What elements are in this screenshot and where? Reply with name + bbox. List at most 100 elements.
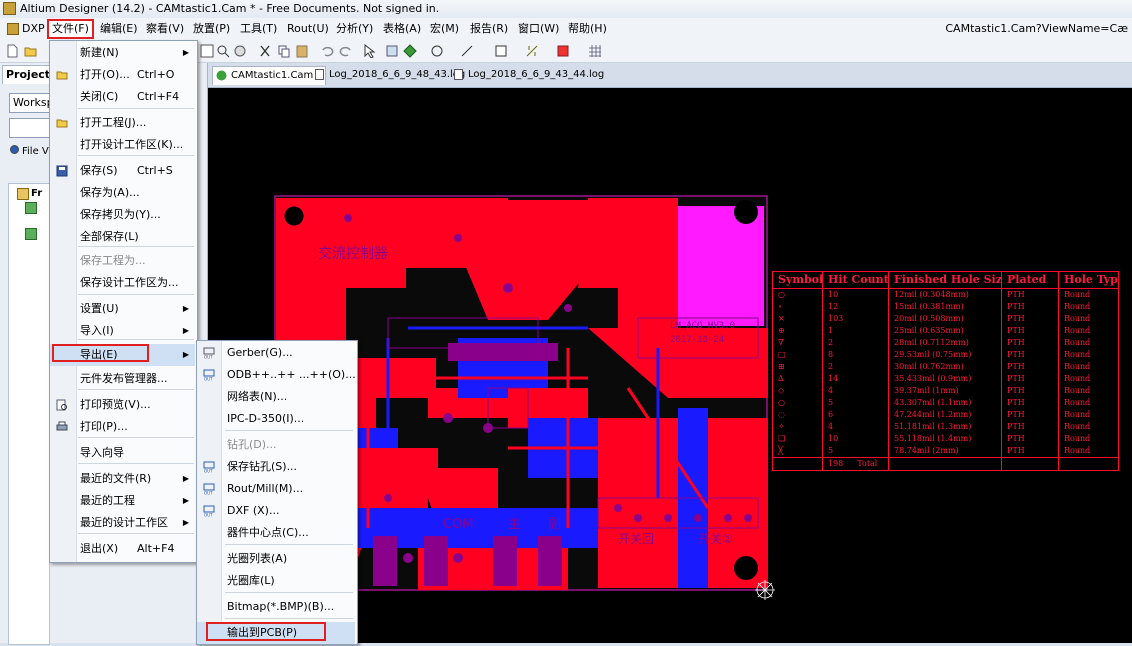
project-tree[interactable]: Fr [8, 183, 50, 645]
export-menu-item[interactable]: OUT ODB++..++ ...++(O)... [197, 364, 356, 386]
file-menu-item[interactable]: 保存(S) Ctrl+S [50, 160, 195, 182]
project-dropdown[interactable] [9, 118, 51, 138]
file-menu-item[interactable]: 新建(N) ▶ [50, 42, 195, 64]
export-menu-item[interactable]: 器件中心点(C)... [197, 522, 355, 544]
cell-symbol: ◌ [773, 409, 823, 421]
drill-out-icon: OUT [203, 461, 215, 473]
drill-table-row: ○ 10 12mil (0.3048mm) PTH Round [773, 289, 1118, 301]
view-name-field[interactable]: CAMtastic1.Cam?ViewName=Cæ [945, 22, 1128, 35]
line-icon[interactable] [460, 44, 474, 58]
cell-plated: PTH [1002, 361, 1059, 373]
menu-report[interactable]: 报告(R) [467, 21, 511, 37]
copy-icon[interactable] [277, 44, 291, 58]
file-menu-item-label: 打开工程(J)... [80, 116, 147, 129]
file-menu-item[interactable]: 全部保存(L) [50, 226, 195, 248]
cell-hit-count: 14 [823, 373, 889, 385]
header-hit-count: Hit Count [823, 272, 889, 288]
file-menu-item[interactable]: 设置(U) ▶ [50, 298, 195, 320]
file-menu-item[interactable]: 关闭(C) Ctrl+F4 [50, 86, 195, 108]
file-menu-item[interactable]: 打开工程(J)... [50, 112, 195, 134]
file-menu-item[interactable]: 导入向导 [50, 442, 195, 464]
menu-help[interactable]: 帮助(H) [565, 21, 610, 37]
grid-icon[interactable] [588, 44, 602, 58]
total-count-value: 198 [828, 459, 844, 468]
file-menu-item[interactable]: 保存工程为... [50, 250, 195, 272]
file-menu-item[interactable]: 打开(O)... Ctrl+O [50, 64, 195, 86]
file-menu-item[interactable]: 元件发布管理器... [50, 368, 195, 390]
menu-tools[interactable]: 工具(T) [237, 21, 280, 37]
menu-tables[interactable]: 表格(A) [380, 21, 424, 37]
menu-separator [225, 544, 353, 545]
rectangle-icon[interactable] [494, 44, 508, 58]
cell-hole-size: 30mil (0.762mm) [889, 361, 1002, 373]
tree-root-label[interactable]: Fr [31, 188, 42, 199]
file-menu-item-label: 设置(U) [80, 302, 119, 315]
cell-hit-count: 10 [823, 433, 889, 445]
export-menu-item[interactable]: IPC-D-350(I)... [197, 408, 355, 430]
file-menu-item[interactable]: 最近的工程 ▶ [50, 490, 195, 512]
zoom-fit-icon[interactable] [216, 44, 230, 58]
total-empty-1 [889, 458, 1002, 470]
component-icon[interactable] [403, 44, 417, 58]
redo-icon[interactable] [339, 44, 353, 58]
file-menu-item[interactable]: 打印(P)... [50, 416, 195, 438]
file-menu-item[interactable]: 最近的文件(R) ▶ [50, 468, 195, 490]
menu-dxp[interactable]: DXP [4, 21, 48, 37]
file-menu-item[interactable]: 保存拷贝为(Y)... [50, 204, 195, 226]
file-view-radio[interactable]: File Vi [10, 145, 51, 157]
export-menu-item[interactable]: 光圈列表(A) [197, 548, 355, 570]
cell-hole-size: 78.74mil (2mm) [889, 445, 1002, 457]
select-icon[interactable] [362, 44, 376, 58]
menu-separator [225, 430, 353, 431]
file-menu-item[interactable]: 最近的设计工作区 ▶ [50, 512, 195, 534]
export-menu-item[interactable]: OUT Rout/Mill(M)... [197, 478, 355, 500]
file-menu-item[interactable]: 退出(X) Alt+F4 [50, 538, 195, 560]
tab-log-1[interactable]: Log_2018_6_6_9_48_43.log [311, 66, 469, 84]
zoom-icon[interactable] [200, 44, 214, 58]
layer-color-icon[interactable] [556, 44, 570, 58]
menu-rout[interactable]: Rout(U) [284, 21, 332, 37]
measure-icon[interactable] [525, 44, 539, 58]
export-menu-item[interactable]: Bitmap(*.BMP)(B)... [197, 596, 355, 618]
drill-table-row: ∘ 12 15mil (0.381mm) PTH Round [773, 301, 1118, 313]
projects-tab[interactable]: Projects [2, 65, 57, 84]
menu-view[interactable]: 察看(V) [143, 21, 187, 37]
menu-file[interactable]: 文件(F) [47, 19, 94, 39]
cell-hit-count: 4 [823, 421, 889, 433]
drill-table-row: ⊕ 1 25mil (0.635mm) PTH Round [773, 325, 1118, 337]
cell-symbol: ∆ [773, 373, 823, 385]
undo-icon[interactable] [320, 44, 334, 58]
export-menu-item[interactable]: OUT Gerber(G)... [197, 342, 355, 364]
cell-symbol: ╳ [773, 445, 823, 457]
menu-window[interactable]: 窗口(W) [515, 21, 562, 37]
menu-place[interactable]: 放置(P) [190, 21, 233, 37]
cam-file-icon [216, 70, 227, 81]
menu-analysis[interactable]: 分析(Y) [333, 21, 376, 37]
export-menu-item[interactable]: 钻孔(D)... [197, 434, 355, 456]
tab-camtastic[interactable]: CAMtastic1.Cam * [212, 66, 327, 85]
cell-hit-count: 8 [823, 349, 889, 361]
menu-macro[interactable]: 宏(M) [427, 21, 462, 37]
export-menu-item[interactable]: 网络表(N)... [197, 386, 355, 408]
menu-edit[interactable]: 编辑(E) [97, 21, 141, 37]
open-folder-icon[interactable] [24, 44, 38, 58]
cut-icon[interactable] [258, 44, 272, 58]
highlight-icon[interactable] [385, 44, 399, 58]
new-file-icon[interactable] [5, 44, 19, 58]
export-menu-item[interactable]: OUT 保存钻孔(S)... [197, 456, 355, 478]
arc-icon[interactable] [430, 44, 444, 58]
tab-log-2[interactable]: Log_2018_6_6_9_43_44.log [450, 66, 608, 84]
printer-icon [56, 421, 68, 431]
paste-icon[interactable] [295, 44, 309, 58]
pan-hand-icon[interactable] [233, 44, 247, 58]
pcb-main-label: 主 [508, 517, 521, 532]
cell-hit-count: 4 [823, 385, 889, 397]
export-menu-item[interactable]: 光圈库(L) [197, 570, 355, 592]
file-menu-item[interactable]: 保存设计工作区为... [50, 272, 195, 294]
cell-hole-type: Round [1064, 338, 1091, 347]
file-menu-item[interactable]: 打开设计工作区(K)... [50, 134, 195, 156]
file-menu-item[interactable]: 保存为(A)... [50, 182, 195, 204]
export-menu-item[interactable]: OUT DXF (X)... [197, 500, 355, 522]
file-menu-item[interactable]: 打印预览(V)... [50, 394, 195, 416]
workspace-dropdown[interactable]: Worksp [9, 93, 54, 113]
